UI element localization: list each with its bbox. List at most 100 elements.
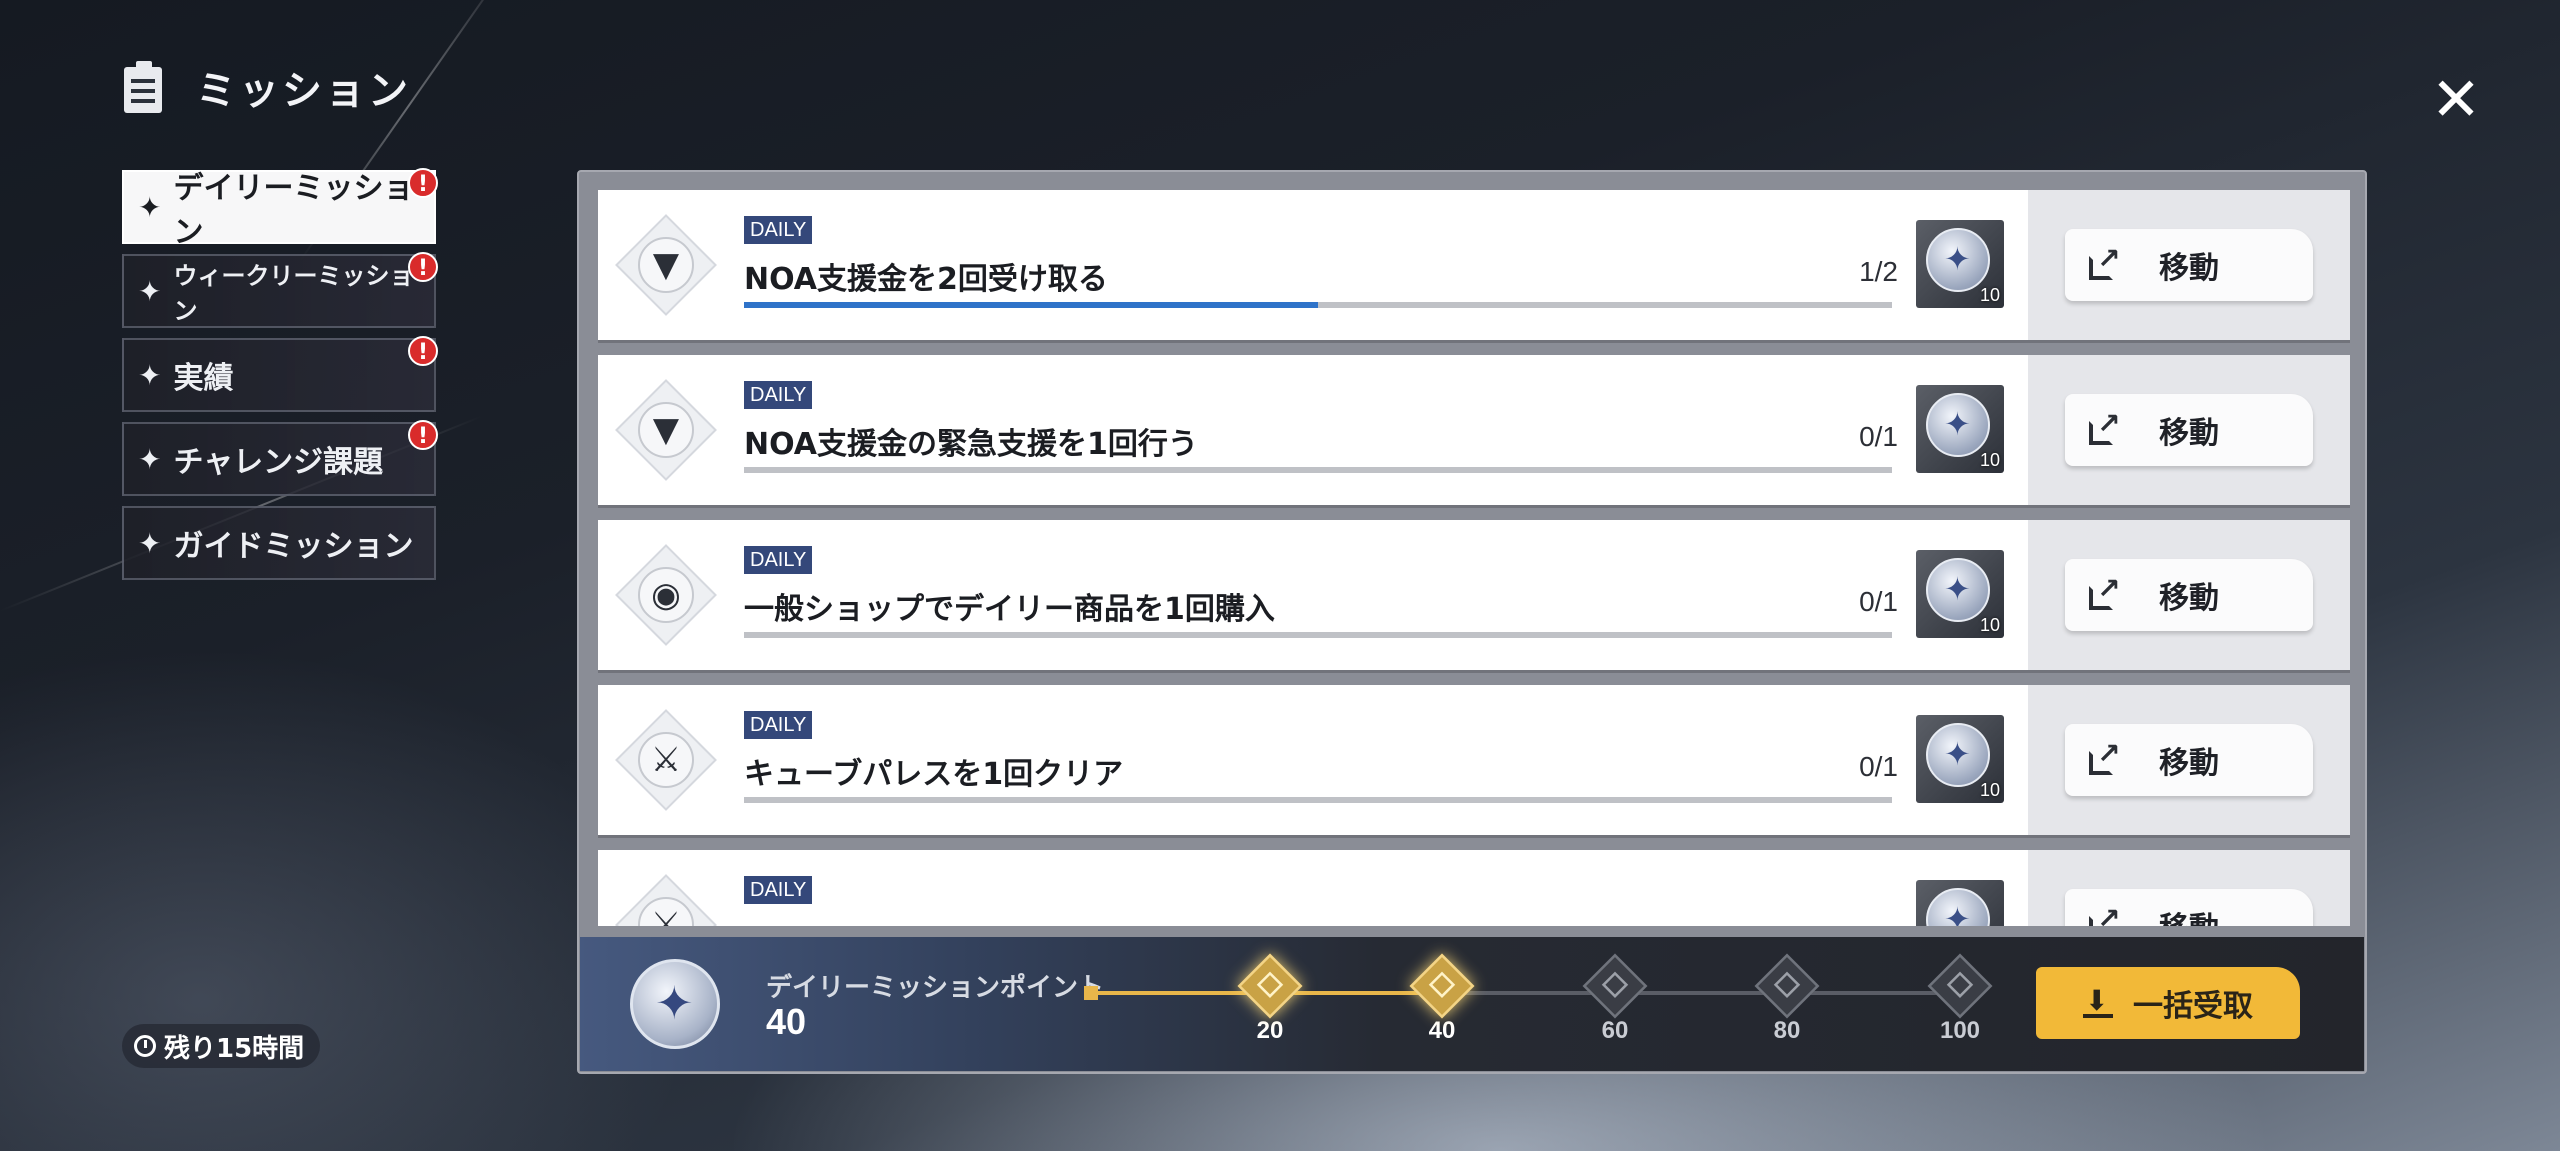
go-button[interactable]: 移動	[2065, 724, 2313, 796]
tab-daily[interactable]: ✦ デイリーミッション !	[122, 168, 438, 250]
claim-all-button[interactable]: 一括受取	[2036, 967, 2300, 1039]
clock-icon	[134, 1035, 156, 1057]
reward-quantity: 10	[1979, 615, 2000, 635]
external-link-icon	[2089, 242, 2120, 280]
milestone-20[interactable]: 20	[1235, 953, 1305, 1045]
tab-guide[interactable]: ✦ ガイドミッション	[122, 506, 436, 580]
daily-tag: DAILY	[744, 711, 813, 739]
daily-tag: DAILY	[744, 546, 813, 574]
external-link-icon	[2089, 572, 2120, 610]
header: ミッション	[124, 58, 411, 116]
points-track	[1088, 991, 1968, 995]
go-button[interactable]: 移動	[2065, 559, 2313, 631]
tab-achievements[interactable]: ✦ 実績 !	[122, 336, 438, 412]
coin-icon	[1926, 228, 1990, 292]
go-button[interactable]: 移動	[2065, 394, 2313, 466]
reward-box-icon	[1754, 953, 1820, 1019]
go-button[interactable]: 移動	[2065, 229, 2313, 301]
reward-quantity: 10	[1979, 780, 2000, 800]
reward-item[interactable]: 10	[1916, 715, 2004, 803]
clipboard-icon	[124, 61, 166, 113]
milestone-60[interactable]: 60	[1580, 953, 1650, 1045]
points-bar: デイリーミッションポイント 40 20 40 60 80 100 一括受取	[580, 937, 2364, 1071]
daily-tag: DAILY	[744, 216, 813, 244]
go-button-label: 移動	[2159, 581, 2219, 616]
mission-row: ⚔ DAILY 移動	[598, 850, 2350, 926]
mission-list[interactable]: ▼ DAILY NOA支援金を2回受け取る 1/2 10 移動 ▼ DAILY …	[598, 190, 2350, 926]
mission-row: ▼ DAILY NOA支援金を2回受け取る 1/2 10 移動	[598, 190, 2350, 340]
shop-coin-icon: ◉	[615, 544, 717, 646]
reward-item[interactable]: 10	[1916, 220, 2004, 308]
close-button[interactable]: ✕	[2428, 70, 2484, 130]
alert-badge: !	[408, 336, 438, 366]
tab-label: ウィークリーミッション	[173, 262, 414, 325]
go-button-label: 移動	[2159, 903, 2219, 926]
mission-tabs: ✦ デイリーミッション ! ✦ ウィークリーミッション ! ✦ 実績 ! ✦ チ…	[122, 168, 438, 590]
milestone-value: 80	[1773, 1017, 1801, 1044]
go-button[interactable]: 移動	[2065, 889, 2313, 926]
reward-item[interactable]: 10	[1916, 385, 2004, 473]
sparkle-icon: ✦	[138, 190, 162, 224]
sparkle-icon: ✦	[138, 442, 162, 476]
milestone-value: 100	[1939, 1017, 1981, 1044]
mission-progress-count: 1/2	[1859, 256, 1898, 287]
reward-item[interactable]	[1916, 880, 2004, 926]
sparkle-icon: ✦	[138, 358, 162, 392]
coin-icon	[1926, 888, 1990, 926]
points-value: 40	[766, 1001, 807, 1042]
external-link-icon	[2089, 407, 2120, 445]
go-button-label: 移動	[2159, 746, 2219, 781]
reward-box-icon	[1582, 953, 1648, 1019]
tab-label: チャレンジ課題	[173, 445, 384, 480]
alert-badge: !	[408, 168, 438, 198]
crossed-axes-icon: ⚔	[615, 874, 717, 926]
mission-progress-count: 0/1	[1859, 751, 1898, 782]
mission-progress-count: 0/1	[1859, 586, 1898, 617]
coin-icon	[1926, 558, 1990, 622]
sparkle-icon: ✦	[138, 274, 162, 308]
coin-icon	[1926, 393, 1990, 457]
tab-weekly[interactable]: ✦ ウィークリーミッション !	[122, 252, 438, 328]
download-icon	[2083, 984, 2113, 1018]
mission-row: ⚔ DAILY キューブパレスを1回クリア 0/1 10 移動	[598, 685, 2350, 835]
milestone-100[interactable]: 100	[1925, 953, 1995, 1045]
mission-progress-count: 0/1	[1859, 421, 1898, 452]
progress-bar	[744, 467, 1892, 473]
sparkle-icon: ✦	[138, 526, 162, 560]
triangle-emblem-icon: ▼	[615, 379, 717, 481]
reward-box-icon	[1409, 953, 1475, 1019]
milestone-80[interactable]: 80	[1752, 953, 1822, 1045]
progress-bar	[744, 302, 1892, 308]
triangle-emblem-icon: ▼	[615, 214, 717, 316]
reward-quantity: 10	[1979, 285, 2000, 305]
mission-title: キューブパレスを1回クリア	[744, 757, 1124, 792]
tab-label: デイリーミッション	[173, 171, 414, 250]
crossed-axes-icon: ⚔	[615, 709, 717, 811]
remaining-time-label: 残り15時間	[164, 1033, 305, 1064]
points-label: デイリーミッションポイント	[766, 973, 1105, 1003]
tab-label: ガイドミッション	[173, 529, 414, 564]
milestone-value: 40	[1428, 1017, 1456, 1044]
mission-title: 一般ショップでデイリー商品を1回購入	[744, 592, 1275, 627]
claim-all-label: 一括受取	[2133, 989, 2253, 1024]
alert-badge: !	[408, 252, 438, 282]
daily-tag: DAILY	[744, 381, 813, 409]
progress-bar	[744, 632, 1892, 638]
coin-icon	[1926, 723, 1990, 787]
milestone-value: 60	[1601, 1017, 1629, 1044]
reward-item[interactable]: 10	[1916, 550, 2004, 638]
go-button-label: 移動	[2159, 416, 2219, 451]
tab-challenges[interactable]: ✦ チャレンジ課題 !	[122, 420, 438, 496]
external-link-icon	[2089, 737, 2120, 775]
remaining-time: 残り15時間	[122, 1024, 321, 1068]
mission-row: ◉ DAILY 一般ショップでデイリー商品を1回購入 0/1 10 移動	[598, 520, 2350, 670]
reward-box-icon	[1237, 953, 1303, 1019]
progress-bar	[744, 797, 1892, 803]
points-track-start	[1084, 986, 1098, 1000]
milestone-value: 20	[1256, 1017, 1284, 1044]
compass-emblem-icon	[620, 949, 730, 1059]
go-button-label: 移動	[2159, 251, 2219, 286]
reward-box-icon	[1927, 953, 1993, 1019]
page-title: ミッション	[196, 68, 411, 114]
milestone-40[interactable]: 40	[1407, 953, 1477, 1045]
